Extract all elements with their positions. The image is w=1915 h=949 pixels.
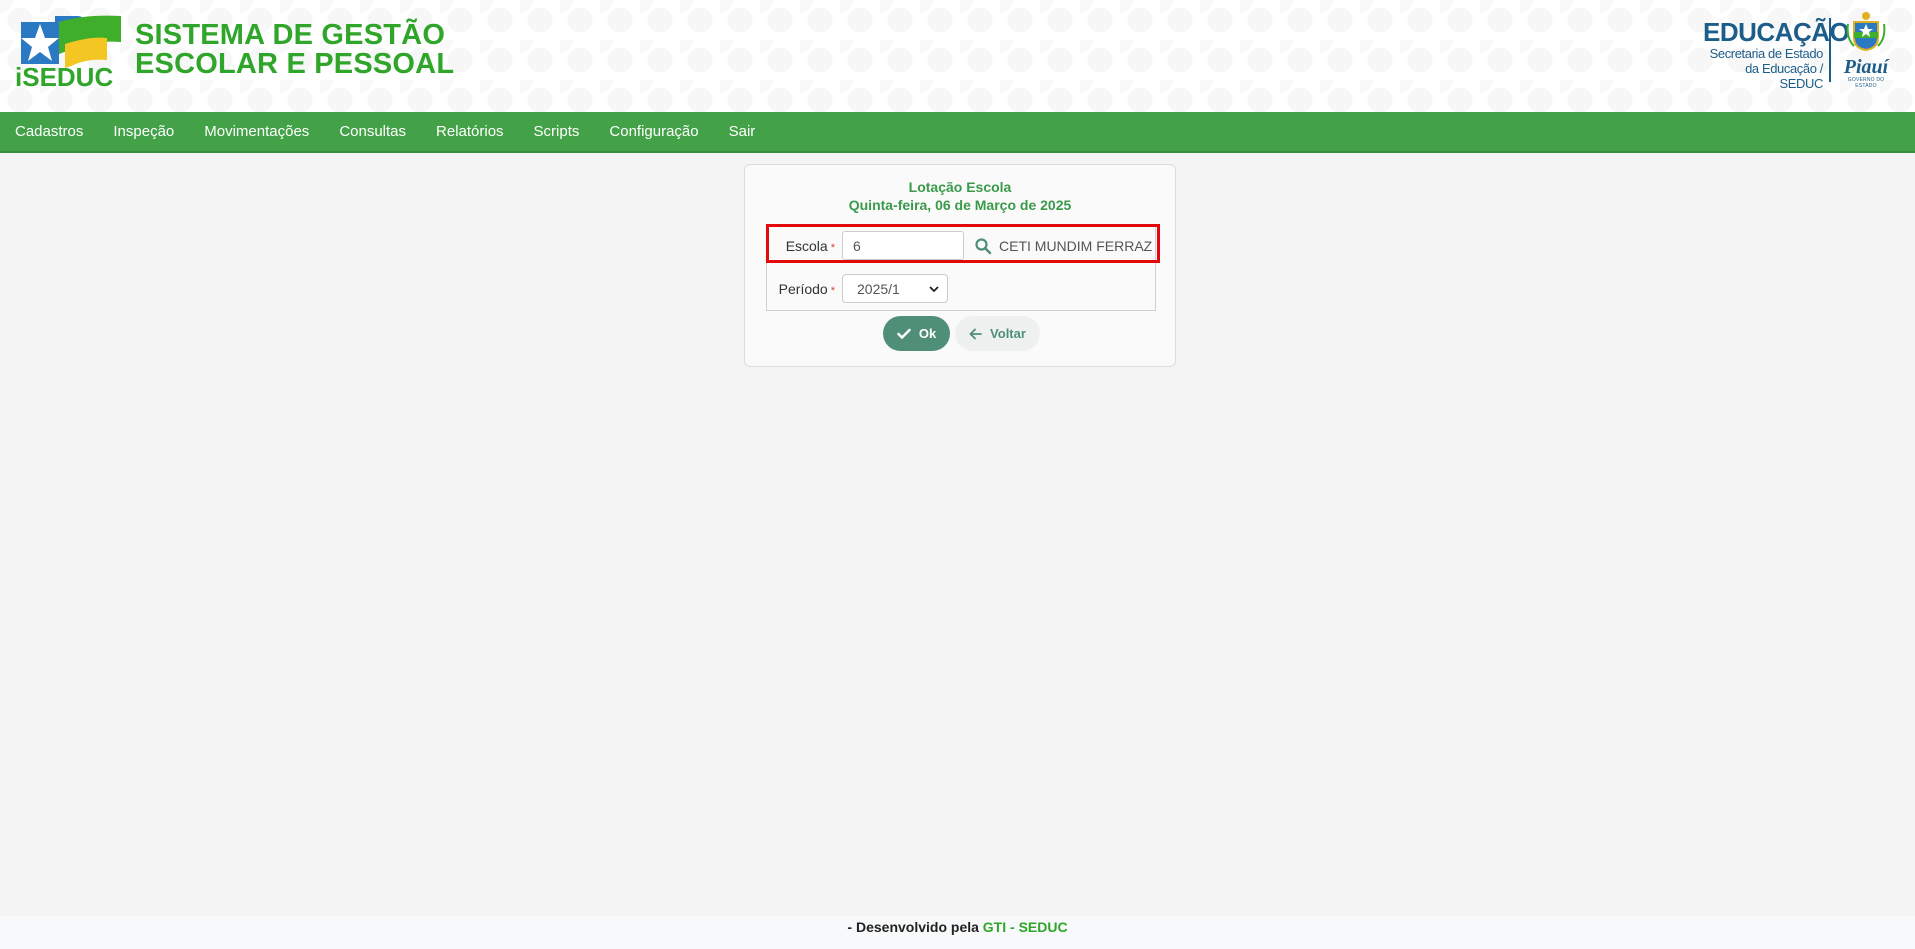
search-icon[interactable]: [974, 237, 992, 255]
school-name: CETI MUNDIM FERRAZ: [999, 237, 1153, 254]
nav-item-consultas[interactable]: Consultas: [339, 123, 406, 140]
ok-button[interactable]: Ok: [883, 316, 950, 351]
footer-brand: GTI - SEDUC: [982, 919, 1068, 935]
periodo-label: Período *: [778, 280, 835, 297]
escola-code-input[interactable]: [842, 231, 964, 260]
card-header: Lotação Escola Quinta-feira, 06 de Março…: [745, 178, 1175, 214]
card-title: Lotação Escola: [908, 179, 1012, 195]
card-date: Quinta-feira, 06 de Março de 2025: [848, 197, 1072, 213]
periodo-selected-value: 2025/1: [857, 280, 900, 297]
arrow-left-icon: [969, 328, 982, 339]
periodo-row: Período * 2025/1: [767, 274, 948, 303]
iseduc-logo: iSEDUC: [15, 15, 121, 90]
system-title: SISTEMA DE GESTÃO ESCOLAR E PESSOAL: [135, 21, 454, 79]
nav-item-movimentacoes[interactable]: Movimentações: [204, 123, 309, 140]
education-title: EDUCAÇÃO: [1703, 17, 1850, 47]
form-box: Escola* CETI MUNDIM FERRAZ Período* 2025…: [766, 225, 1156, 311]
nav-item-relatorios[interactable]: Relatórios: [436, 123, 504, 140]
voltar-button[interactable]: Voltar: [955, 316, 1040, 351]
voltar-button-label: Voltar: [990, 326, 1026, 341]
main-nav: Cadastros Inspeção Movimentações Consult…: [0, 112, 1915, 153]
piaui-logo: Piauí GOVERNO DO ESTADO: [1837, 10, 1895, 89]
logo-text: iSEDUC: [15, 62, 113, 90]
escola-required-mark: *: [830, 241, 835, 254]
lotacao-escola-card: Lotação Escola Quinta-feira, 06 de Março…: [744, 164, 1176, 367]
periodo-select[interactable]: 2025/1: [842, 274, 948, 303]
education-subtitle-1: Secretaria de Estado: [1709, 46, 1824, 61]
nav-item-scripts[interactable]: Scripts: [534, 123, 580, 140]
nav-item-configuracao[interactable]: Configuração: [609, 123, 698, 140]
system-title-line1: SISTEMA DE GESTÃO: [135, 19, 446, 51]
piaui-name: Piauí: [1843, 56, 1889, 78]
seduc-piaui-logo: EDUCAÇÃO Secretaria de Estado da Educaçã…: [1703, 10, 1895, 91]
check-icon: [897, 328, 911, 339]
education-logo: EDUCAÇÃO Secretaria de Estado da Educaçã…: [1703, 17, 1850, 91]
piaui-coat-of-arms-icon: [1846, 12, 1886, 52]
periodo-required-mark: *: [830, 284, 835, 297]
nav-item-sair[interactable]: Sair: [729, 123, 756, 140]
escola-row: Escola* CETI MUNDIM FERRAZ: [767, 231, 1152, 260]
nav-item-cadastros[interactable]: Cadastros: [15, 123, 83, 140]
logo-divider: [1829, 18, 1831, 82]
chevron-down-icon: [929, 285, 939, 292]
escola-label: Escola *: [785, 237, 835, 254]
header: iSEDUC SISTEMA DE GESTÃO ESCOLAR E PESSO…: [0, 0, 1915, 112]
ok-button-label: Ok: [918, 326, 937, 341]
education-subtitle-2: da Educação / SEDUC: [1745, 61, 1823, 91]
footer-prefix: - Desenvolvido pela: [847, 919, 983, 935]
system-title-line2: ESCOLAR E PESSOAL: [135, 48, 455, 80]
nav-item-inspecao[interactable]: Inspeção: [113, 123, 174, 140]
footer: - Desenvolvido pela GTI - SEDUC: [0, 916, 1915, 949]
piaui-gov: GOVERNO DO ESTADO: [1847, 77, 1885, 89]
